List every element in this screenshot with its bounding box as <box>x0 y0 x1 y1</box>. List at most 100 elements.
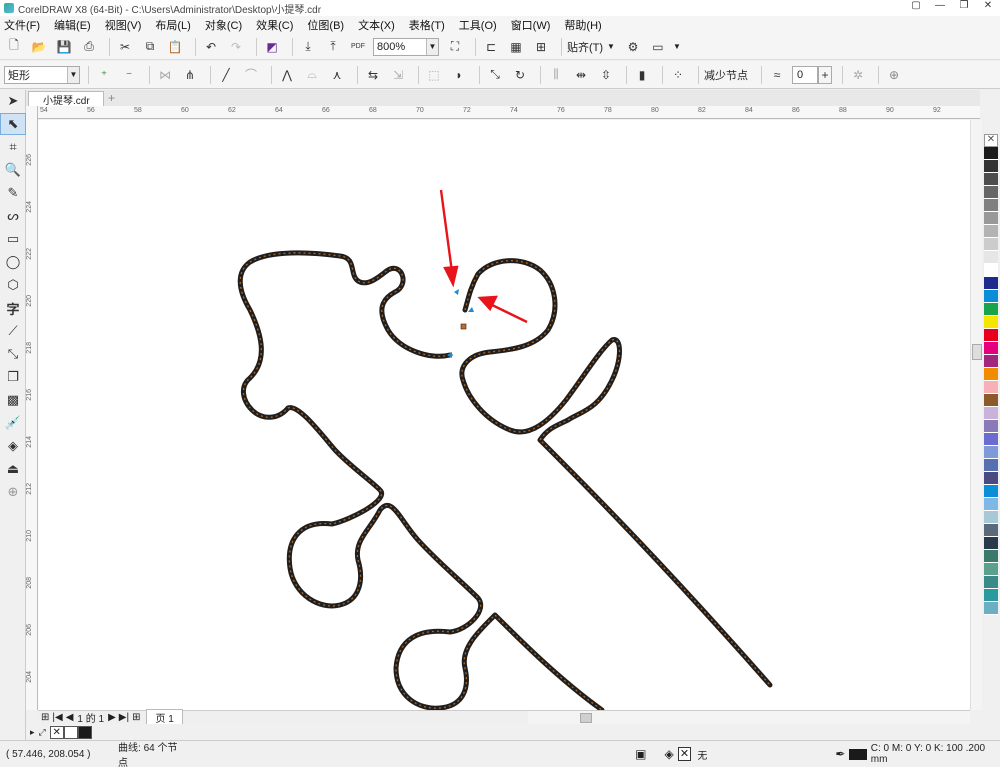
color-swatch[interactable] <box>984 550 998 563</box>
parallel-dimension-icon[interactable]: ⟋ <box>0 320 26 342</box>
menu-window[interactable]: 窗口(W) <box>511 17 551 33</box>
extract-subpath-icon[interactable]: ⬚ <box>424 65 444 85</box>
color-swatch[interactable] <box>984 485 998 498</box>
rotate-nodes-icon[interactable]: ↻ <box>510 65 530 85</box>
last-page-icon[interactable]: ▶| <box>119 712 129 723</box>
print-icon[interactable]: ⎙ <box>79 37 99 57</box>
vertical-scrollbar[interactable] <box>970 120 982 710</box>
color-swatch[interactable] <box>984 368 998 381</box>
color-swatch[interactable] <box>984 186 998 199</box>
drawing-canvas[interactable] <box>38 120 980 710</box>
smooth-node-icon[interactable]: ⌓ <box>302 65 322 85</box>
color-swatch[interactable] <box>984 576 998 589</box>
color-swatch[interactable] <box>984 342 998 355</box>
freehand-tool-icon[interactable]: ✎ <box>0 182 26 204</box>
color-swatch[interactable] <box>984 329 998 342</box>
symmetric-node-icon[interactable]: ⋏ <box>327 65 347 85</box>
black-swatch[interactable] <box>77 725 92 739</box>
to-curve-icon[interactable]: ⌒ <box>241 65 261 85</box>
menu-table[interactable]: 表格(T) <box>409 17 445 33</box>
menu-object[interactable]: 对象(C) <box>205 17 242 33</box>
ellipse-tool-icon[interactable]: ◯ <box>0 251 26 273</box>
color-swatch[interactable] <box>984 160 998 173</box>
color-swatch[interactable] <box>984 290 998 303</box>
minimize-button[interactable]: — <box>928 0 952 11</box>
violin-scroll-loop-outline[interactable] <box>462 261 770 685</box>
menu-effects[interactable]: 效果(C) <box>256 17 293 33</box>
drop-shadow-icon[interactable]: ❐ <box>0 366 26 388</box>
align-nodes-icon[interactable]: ⫼ <box>546 65 566 85</box>
redo-icon[interactable]: ↷ <box>226 37 246 57</box>
color-swatch[interactable] <box>984 602 998 615</box>
color-swatch[interactable] <box>984 264 998 277</box>
violin-scroll-outline[interactable] <box>240 253 602 710</box>
outline-pen-icon[interactable]: ✒ <box>835 747 845 761</box>
close-curve-icon[interactable]: ◗ <box>449 65 469 85</box>
color-swatch[interactable] <box>984 225 998 238</box>
vertical-ruler[interactable]: 226 224 222 220 218 216 214 212 210 208 206 204 <box>26 106 38 710</box>
maximize-button[interactable]: ❐ <box>952 0 976 11</box>
delete-node-icon[interactable]: ⁻ <box>119 65 139 85</box>
color-swatch[interactable] <box>984 524 998 537</box>
next-page-icon[interactable]: ▶ <box>108 712 116 723</box>
curve-smoothness-input[interactable]: 0 <box>792 65 818 84</box>
color-swatch[interactable] <box>984 394 998 407</box>
color-swatch[interactable] <box>984 355 998 368</box>
color-swatch[interactable] <box>984 537 998 550</box>
add-page-end-icon[interactable]: ⊞ <box>132 712 140 723</box>
crop-tool-icon[interactable]: ⌗ <box>0 136 26 158</box>
new-tab-icon[interactable]: + <box>108 91 115 105</box>
menu-help[interactable]: 帮助(H) <box>564 17 601 33</box>
open-folder-icon[interactable]: 📂 <box>29 37 49 57</box>
zoom-level-dropdown[interactable]: 800% ▼ <box>373 37 439 56</box>
color-swatch[interactable] <box>984 498 998 511</box>
restore-icon[interactable]: ▢ <box>904 0 928 11</box>
grid-icon[interactable]: ▦ <box>506 37 526 57</box>
rulers-icon[interactable]: ⊏ <box>481 37 501 57</box>
palette-menu-icon[interactable]: ▸ <box>30 727 35 738</box>
select-all-nodes-icon[interactable]: ⁘ <box>668 65 688 85</box>
first-page-icon[interactable]: |◀ <box>52 712 62 723</box>
zoom-tool-icon[interactable]: 🔍 <box>0 159 26 181</box>
elastic-mode-icon[interactable]: ▮ <box>632 65 652 85</box>
smart-fill-icon[interactable]: ⏏ <box>0 458 26 480</box>
selected-node[interactable] <box>460 323 467 330</box>
cusp-node-icon[interactable]: ⋀ <box>277 65 297 85</box>
node-handle[interactable] <box>454 289 459 295</box>
snap-to-dropdown[interactable]: 贴齐(T) <box>567 39 603 55</box>
save-icon[interactable]: 💾 <box>54 37 74 57</box>
text-tool-icon[interactable]: 字 <box>0 297 26 319</box>
rectangle-tool-icon[interactable]: ▭ <box>0 228 26 250</box>
cut-icon[interactable]: ✂ <box>115 37 135 57</box>
vertical-reflect-icon[interactable]: ⇳ <box>596 65 616 85</box>
boundary-icon[interactable]: ✲ <box>848 65 868 85</box>
undo-icon[interactable]: ↶ <box>201 37 221 57</box>
to-line-icon[interactable]: ╱ <box>216 65 236 85</box>
color-swatch[interactable] <box>984 407 998 420</box>
reverse-direction-icon[interactable]: ⇆ <box>363 65 383 85</box>
menu-edit[interactable]: 编辑(E) <box>54 17 91 33</box>
stretch-nodes-icon[interactable]: ⤡ <box>485 65 505 85</box>
copy-icon[interactable]: ⧉ <box>140 37 160 57</box>
options-gear-icon[interactable]: ⚙ <box>623 37 643 57</box>
shape-tool-icon[interactable]: ⬉ <box>0 113 26 135</box>
pdf-icon[interactable]: PDF <box>348 37 368 57</box>
color-swatch[interactable] <box>984 147 998 160</box>
prev-page-icon[interactable]: ◀ <box>66 712 74 723</box>
document-color-settings-icon[interactable]: ▣ <box>635 747 646 761</box>
pick-tool-icon[interactable]: ➤ <box>0 90 26 112</box>
color-swatch[interactable] <box>984 316 998 329</box>
paste-icon[interactable]: 📋 <box>165 37 185 57</box>
color-swatch[interactable] <box>984 199 998 212</box>
polygon-tool-icon[interactable]: ⬡ <box>0 274 26 296</box>
menu-bitmaps[interactable]: 位图(B) <box>307 17 344 33</box>
color-swatch[interactable] <box>984 303 998 316</box>
selection-mode-dropdown[interactable]: 矩形 ▼ <box>4 65 80 84</box>
color-swatch[interactable] <box>984 511 998 524</box>
full-screen-icon[interactable]: ⛶ <box>445 37 465 57</box>
color-swatch[interactable] <box>984 589 998 602</box>
join-nodes-icon[interactable]: ⋈ <box>155 65 175 85</box>
artistic-media-icon[interactable]: ᔕ <box>0 205 26 227</box>
menu-layout[interactable]: 布局(L) <box>155 17 190 33</box>
color-swatch[interactable] <box>984 238 998 251</box>
